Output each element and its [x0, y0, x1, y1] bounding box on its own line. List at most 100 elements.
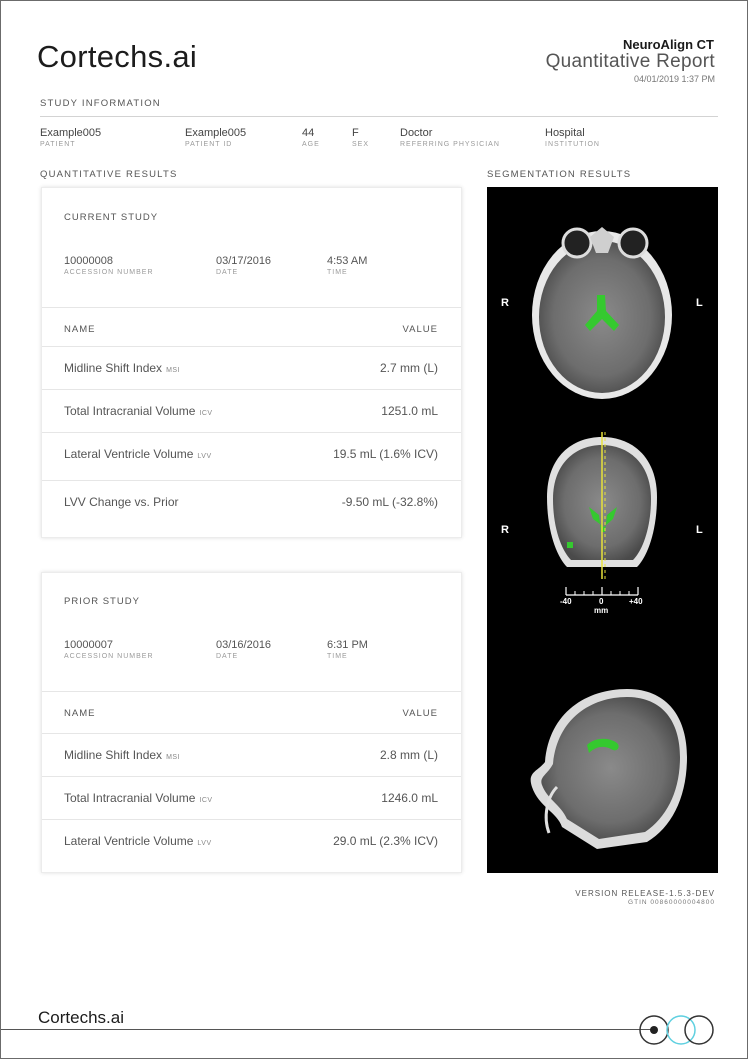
physician-field: Doctor REFERRING PHYSICIAN: [400, 127, 500, 148]
gtin-text: GTIN 00860000004800: [628, 899, 715, 906]
current-study-card: CURRENT STUDY 10000008 ACCESSION NUMBER …: [41, 187, 462, 538]
value-column-header: VALUE: [402, 324, 438, 335]
sex-value: F: [352, 127, 359, 139]
prior-study-card: PRIOR STUDY 10000007 ACCESSION NUMBER 03…: [41, 572, 462, 873]
version-text: VERSION RELEASE-1.5.3-DEV: [575, 889, 715, 898]
value-column-header: VALUE: [402, 708, 438, 719]
physician-label: REFERRING PHYSICIAN: [400, 141, 500, 148]
prior-accession-label: ACCESSION NUMBER: [64, 653, 154, 660]
metric-abbr: ICV: [199, 410, 213, 417]
brand-logo: Cortechs.ai: [37, 39, 198, 74]
current-accession-label: ACCESSION NUMBER: [64, 269, 154, 276]
prior-time-label: TIME: [327, 653, 348, 660]
prior-date-value: 03/16/2016: [216, 639, 272, 651]
institution-label: INSTITUTION: [545, 141, 600, 148]
current-date-label: DATE: [216, 269, 239, 276]
prior-study-title: PRIOR STUDY: [64, 596, 140, 607]
report-title: Quantitative Report: [545, 51, 715, 72]
prior-date: 03/16/2016 DATE: [216, 639, 271, 660]
patient-label: PATIENT: [40, 141, 76, 148]
coronal-left-marker: L: [696, 524, 703, 536]
metric-name: Midline Shift Index: [64, 361, 163, 375]
current-time-label: TIME: [327, 269, 348, 276]
metric-abbr: LVV: [197, 453, 212, 460]
table-row: Lateral Ventricle Volume LVV 19.5 mL (1.6…: [42, 432, 461, 476]
study-info-title: STUDY INFORMATION: [40, 98, 161, 109]
age-label: AGE: [302, 141, 320, 148]
prior-accession: 10000007 ACCESSION NUMBER: [64, 639, 154, 660]
table-row: LVV Change vs. Prior -9.50 mL (-32.8%): [42, 480, 461, 524]
sagittal-slice-image: [530, 689, 687, 849]
metric-abbr: ICV: [199, 797, 213, 804]
current-accession: 10000008 ACCESSION NUMBER: [64, 255, 154, 276]
scale-min-label: -40: [560, 597, 572, 606]
institution-field: Hospital INSTITUTION: [545, 127, 600, 148]
quant-results-title: QUANTITATIVE RESULTS: [40, 169, 178, 180]
metric-name: LVV Change vs. Prior: [64, 495, 179, 509]
metric-value: 2.8 mm (L): [379, 748, 438, 762]
axial-left-marker: L: [696, 297, 703, 309]
prior-date-label: DATE: [216, 653, 239, 660]
current-table-header: NAME VALUE: [42, 307, 461, 351]
metric-value: 2.7 mm (L): [379, 361, 438, 375]
segmentation-panel: R L R L -40 0 +40 mm: [487, 187, 718, 873]
prior-table-header: NAME VALUE: [42, 691, 461, 735]
current-study-title: CURRENT STUDY: [64, 212, 159, 223]
name-column-header: NAME: [64, 708, 96, 719]
metric-name: Lateral Ventricle Volume: [64, 834, 194, 848]
table-row: Lateral Ventricle Volume LVV 29.0 mL (2.3…: [42, 819, 461, 863]
product-name: NeuroAlign CT: [623, 37, 714, 52]
scale-unit-label: mm: [594, 606, 609, 615]
prior-time-value: 6:31 PM: [327, 639, 368, 651]
axial-slice-image: [532, 227, 672, 399]
table-row: Total Intracranial Volume ICV 1246.0 mL: [42, 776, 461, 820]
scale-max-label: +40: [629, 597, 643, 606]
footer-logo: Cortechs.ai: [38, 1008, 124, 1027]
current-time: 4:53 AM TIME: [327, 255, 367, 276]
prior-accession-value: 10000007: [64, 639, 113, 651]
metric-name: Total Intracranial Volume: [64, 404, 196, 418]
study-info-divider: [40, 116, 718, 117]
current-time-value: 4:53 AM: [327, 255, 368, 267]
metric-value: -9.50 mL (-32.8%): [341, 495, 438, 509]
coronal-slice-image: [547, 432, 657, 596]
current-date: 03/17/2016 DATE: [216, 255, 271, 276]
table-row: Midline Shift Index MSI 2.7 mm (L): [42, 346, 461, 390]
metric-value: 19.5 mL (1.6% ICV): [333, 447, 438, 461]
age-field: 44 AGE: [302, 127, 320, 148]
metric-name: Lateral Ventricle Volume: [64, 447, 194, 461]
physician-value: Doctor: [400, 127, 433, 139]
metric-name: Total Intracranial Volume: [64, 791, 196, 805]
name-column-header: NAME: [64, 324, 96, 335]
table-row: Midline Shift Index MSI 2.8 mm (L): [42, 733, 461, 777]
metric-value: 29.0 mL (2.3% ICV): [333, 834, 438, 848]
metric-value: 1251.0 mL: [381, 404, 438, 418]
age-value: 44: [302, 127, 315, 139]
patient-field: Example005 PATIENT: [40, 127, 101, 148]
sex-field: F SEX: [352, 127, 369, 148]
current-accession-value: 10000008: [64, 255, 113, 267]
patient-id-value: Example005: [185, 127, 247, 139]
metric-abbr: MSI: [166, 754, 181, 761]
metric-name: Midline Shift Index: [64, 748, 163, 762]
patient-id-field: Example005 PATIENT ID: [185, 127, 246, 148]
segmentation-title: SEGMENTATION RESULTS: [487, 169, 632, 180]
current-date-value: 03/17/2016: [216, 255, 272, 267]
footer-divider: [1, 1029, 651, 1030]
metric-abbr: LVV: [197, 840, 212, 847]
prior-time: 6:31 PM TIME: [327, 639, 368, 660]
report-page: Cortechs.ai NeuroAlign CT Quantitative R…: [0, 0, 748, 1059]
coronal-right-marker: R: [501, 524, 509, 536]
footer-circles-logo: [639, 1015, 714, 1045]
axial-right-marker: R: [501, 297, 509, 309]
institution-value: Hospital: [545, 127, 585, 139]
segmentation-images: [530, 227, 687, 849]
patient-value: Example005: [40, 127, 102, 139]
sex-label: SEX: [352, 141, 370, 148]
metric-value: 1246.0 mL: [381, 791, 438, 805]
table-row: Total Intracranial Volume ICV 1251.0 mL: [42, 389, 461, 433]
patient-id-label: PATIENT ID: [185, 141, 233, 148]
report-date: 04/01/2019 1:37 PM: [633, 74, 715, 84]
scale-mid-label: 0: [599, 597, 604, 606]
metric-abbr: MSI: [166, 367, 181, 374]
